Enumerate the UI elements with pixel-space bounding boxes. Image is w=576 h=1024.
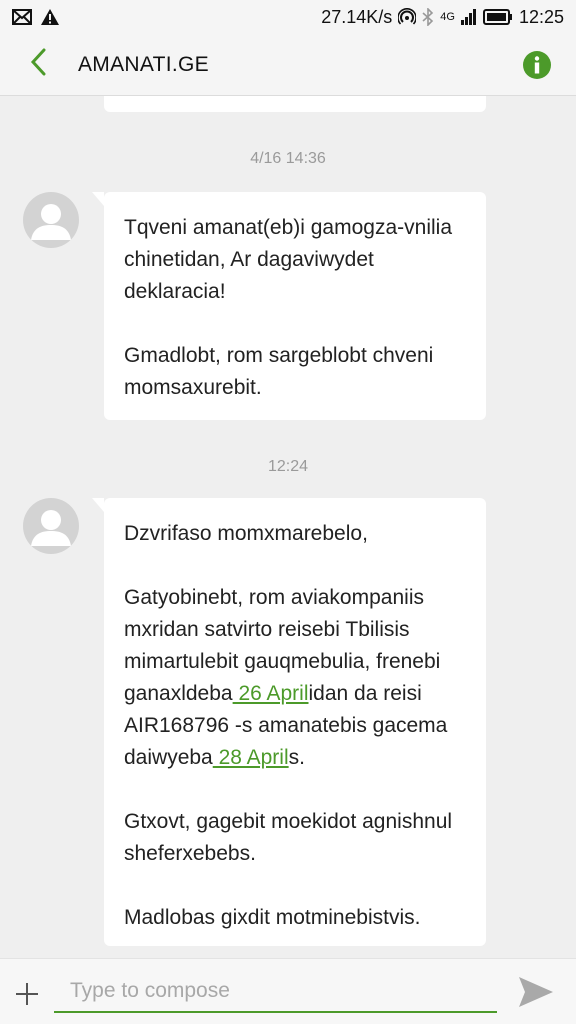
send-button[interactable]: [517, 975, 555, 1009]
message-text-segment: s.: [288, 746, 305, 769]
back-chevron-icon: [29, 48, 47, 81]
message-list[interactable]: 4/16 14:36 Tqveni amanat(eb)i gamogza-vn…: [0, 96, 576, 958]
add-attachment-button[interactable]: [12, 979, 42, 1009]
compose-bar: [0, 958, 576, 1024]
status-bar: 27.14K/s 4G 12:25: [0, 0, 576, 34]
plus-icon: [12, 983, 42, 1013]
send-icon: [517, 977, 555, 1013]
message-text: Gatyobinebt, rom aviakompaniis mxridan s…: [124, 582, 466, 774]
net-speed: 27.14K/s: [321, 6, 393, 27]
bluetooth-icon: [422, 8, 434, 26]
info-icon: [522, 51, 552, 84]
mail-icon: [12, 9, 32, 25]
date-link[interactable]: 26 April: [233, 682, 308, 705]
network-type: 4G: [440, 11, 455, 23]
info-button[interactable]: [522, 50, 552, 80]
message-bubble[interactable]: Dzvrifaso momxmarebelo, Gatyobinebt, rom…: [92, 498, 486, 946]
warning-icon: [40, 8, 60, 26]
conversation-title: AMANATI.GE: [78, 52, 209, 76]
message-timestamp: 4/16 14:36: [250, 150, 326, 167]
message-bubble[interactable]: Tqveni amanat(eb)i gamogza-vnilia chinet…: [92, 192, 486, 420]
sender-avatar[interactable]: [23, 498, 79, 554]
message-text: Dzvrifaso momxmarebelo,: [124, 522, 368, 545]
battery-icon: [482, 9, 513, 25]
back-button[interactable]: [8, 34, 68, 96]
signal-icon: [460, 9, 477, 25]
hotspot-icon: [398, 8, 417, 26]
previous-message-bubble: [104, 96, 486, 112]
message-text: Gtxovt, gagebit moekidot agnishnul shefe…: [124, 810, 453, 865]
message-text: Tqveni amanat(eb)i gamogza-vnilia chinet…: [124, 216, 452, 303]
date-link[interactable]: 28 April: [213, 746, 289, 769]
message-text: Madlobas gixdit motminebistvis.: [124, 906, 421, 929]
status-time: 12:25: [518, 6, 564, 27]
compose-input[interactable]: [54, 971, 497, 1013]
message-timestamp: 12:24: [267, 458, 309, 475]
message-text: Gmadlobt, rom sargeblobt chveni momsaxur…: [124, 344, 434, 399]
sender-avatar[interactable]: [23, 192, 79, 248]
app-bar: AMANATI.GE: [0, 34, 576, 96]
